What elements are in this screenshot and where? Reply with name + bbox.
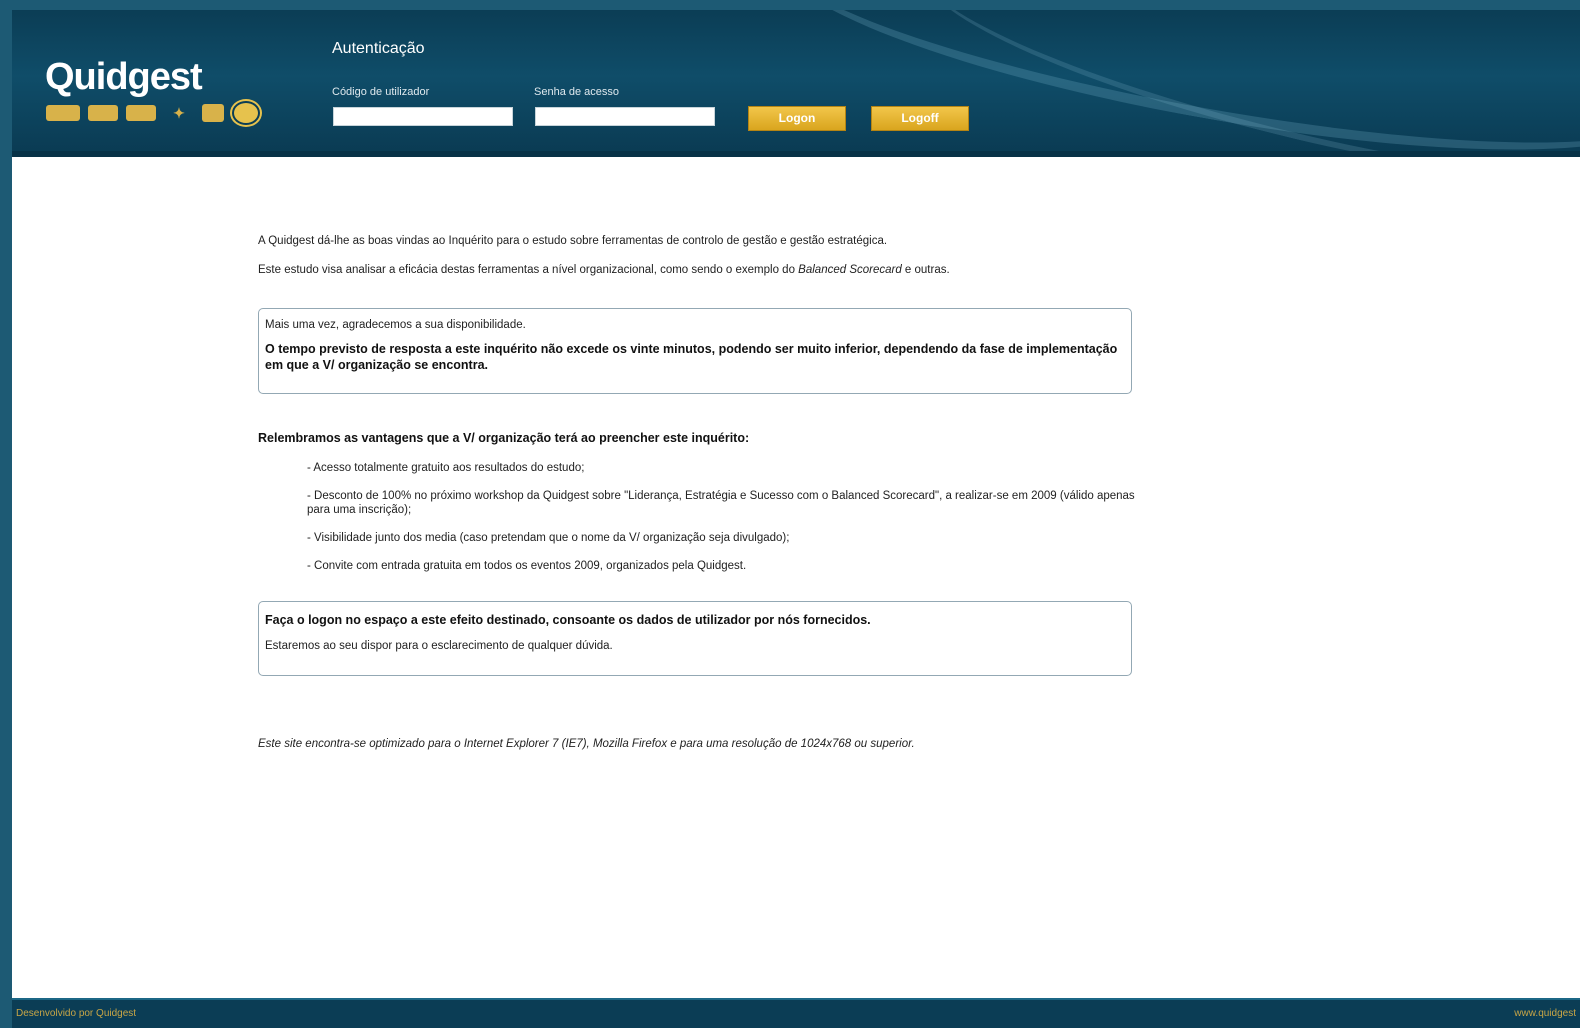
partner-logos: ✦ <box>46 100 260 126</box>
developer-credit-link[interactable]: Desenvolvido por Quidgest <box>16 1008 136 1019</box>
logoff-button[interactable]: Logoff <box>871 106 969 131</box>
support-text: Estaremos ao seu dispor para o esclareci… <box>265 640 613 652</box>
footer: Desenvolvido por Quidgest www.quidgest <box>12 998 1580 1028</box>
partner-logo-icon <box>46 105 80 121</box>
intro-paragraph-2: Este estudo visa analisar a eficácia des… <box>258 264 950 276</box>
benefits-heading: Relembramos as vantagens que a V/ organi… <box>258 431 750 445</box>
username-input[interactable] <box>333 107 513 126</box>
header-band <box>12 151 1580 157</box>
list-item: - Visibilidade junto dos media (caso pre… <box>307 532 790 544</box>
info-box: Mais uma vez, agradecemos a sua disponib… <box>258 308 1132 394</box>
benefits-list: - Acesso totalmente gratuito aos resulta… <box>307 461 1137 587</box>
quidgest-logo: Quidgest <box>45 56 203 98</box>
partner-logo-icon <box>126 105 156 121</box>
password-label: Senha de acesso <box>534 86 620 98</box>
username-label: Código de utilizador <box>332 86 430 98</box>
browser-note: Este site encontra-se optimizado para o … <box>258 738 915 750</box>
intro-paragraph: A Quidgest dá-lhe as boas vindas ao Inqu… <box>258 235 888 247</box>
list-item: - Acesso totalmente gratuito aos resulta… <box>307 462 585 474</box>
logon-instruction: Faça o logon no espaço a este efeito des… <box>265 613 871 627</box>
thanks-text: Mais uma vez, agradecemos a sua disponib… <box>265 319 526 331</box>
list-item: - Convite com entrada gratuita em todos … <box>307 560 747 572</box>
intro-text-end: e outras. <box>901 264 950 276</box>
website-link[interactable]: www.quidgest <box>1514 1008 1576 1019</box>
balanced-scorecard-term: Balanced Scorecard <box>798 264 902 276</box>
partner-logo-icon <box>232 101 260 125</box>
header-banner: Quidgest ✦ Autenticação Código de utiliz… <box>12 10 1580 157</box>
time-notice: O tempo previsto de resposta a este inqu… <box>265 342 1118 372</box>
intro-text: Este estudo visa analisar a eficácia des… <box>258 264 799 276</box>
auth-title: Autenticação <box>332 40 425 57</box>
partner-logo-icon <box>88 105 118 121</box>
logon-info-box: Faça o logon no espaço a este efeito des… <box>258 601 1132 676</box>
password-input[interactable] <box>535 107 715 126</box>
page-frame: Quidgest ✦ Autenticação Código de utiliz… <box>12 10 1580 1028</box>
partner-logo-icon: ✦ <box>173 104 185 121</box>
list-item: - Desconto de 100% no próximo workshop d… <box>307 490 1135 516</box>
partner-logo-icon <box>202 104 224 122</box>
logon-button[interactable]: Logon <box>748 106 846 131</box>
